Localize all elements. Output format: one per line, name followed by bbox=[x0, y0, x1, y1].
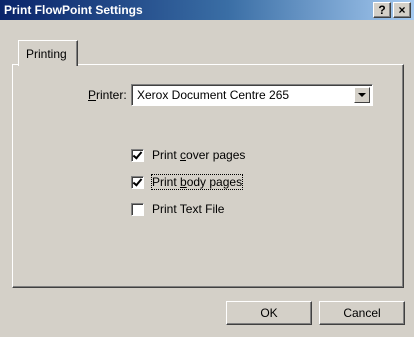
print-text-file-label: Print Text File bbox=[152, 202, 225, 216]
printer-select-value: Xerox Document Centre 265 bbox=[137, 88, 290, 102]
help-button[interactable]: ? bbox=[373, 2, 391, 18]
cancel-button[interactable]: Cancel bbox=[319, 301, 405, 325]
print-cover-pages-checkbox[interactable] bbox=[131, 149, 144, 162]
title-bar: Print FlowPoint Settings ? × bbox=[0, 0, 414, 20]
tab-printing[interactable]: Printing bbox=[18, 40, 78, 66]
printer-label: Printer: bbox=[88, 88, 127, 102]
printer-label-mnemonic: P bbox=[88, 88, 97, 102]
print-body-pages-label: Print body pages bbox=[150, 174, 244, 190]
window-title: Print FlowPoint Settings bbox=[4, 3, 143, 17]
tab-printing-label: Printing bbox=[26, 47, 67, 61]
printer-label-rest: rinter: bbox=[96, 88, 127, 102]
print-body-pages-checkbox[interactable] bbox=[131, 176, 144, 189]
print-cover-pages-label: Print cover pages bbox=[152, 148, 246, 162]
ok-button[interactable]: OK bbox=[226, 301, 312, 325]
close-button[interactable]: × bbox=[393, 2, 411, 18]
print-text-file-checkbox[interactable] bbox=[131, 203, 144, 216]
chevron-down-icon[interactable] bbox=[354, 87, 370, 103]
printer-select[interactable]: Xerox Document Centre 265 bbox=[131, 84, 373, 106]
